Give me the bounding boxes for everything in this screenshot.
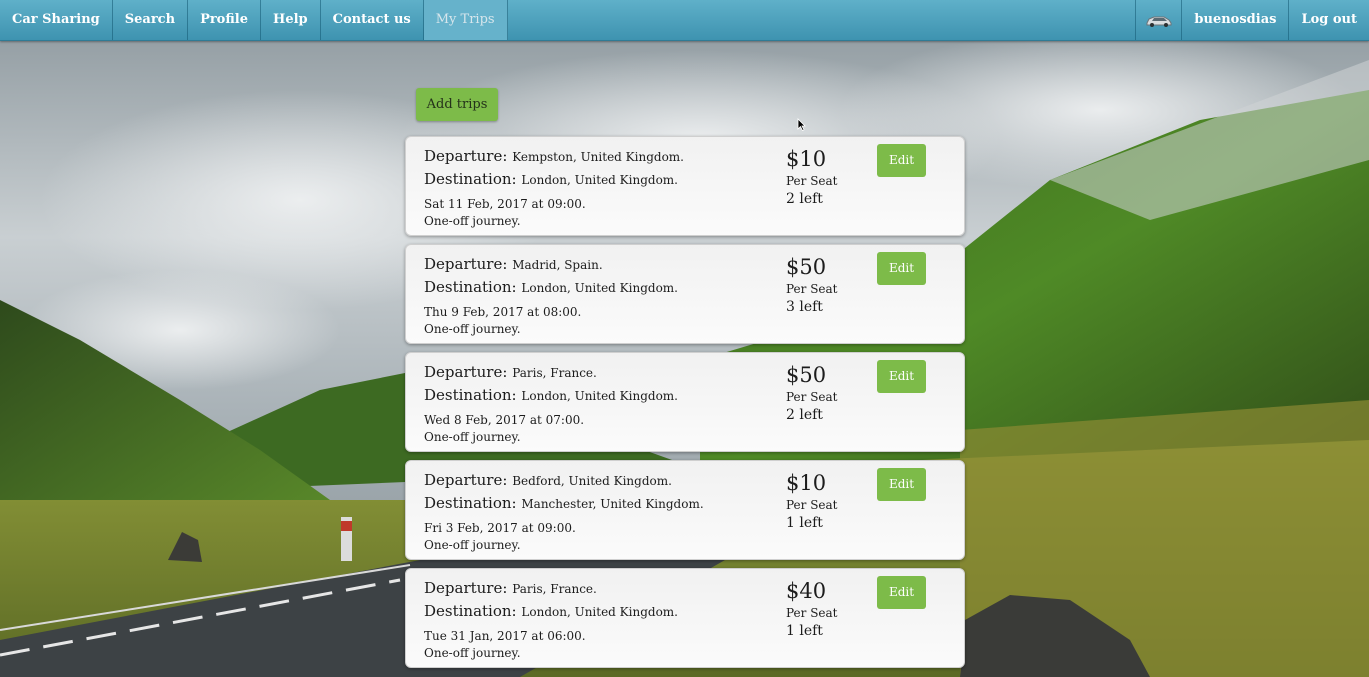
destination-value: London, United Kingdom. — [521, 173, 678, 187]
car-avatar[interactable] — [1135, 0, 1181, 40]
nav-item-profile[interactable]: Profile — [188, 0, 262, 40]
nav-item-my-trips[interactable]: My Trips — [423, 0, 508, 40]
nav-item-search[interactable]: Search — [113, 0, 189, 40]
seats-left: 2 left — [786, 191, 823, 207]
per-seat-label: Per Seat — [786, 174, 838, 188]
trip-card: Departure: Bedford, United Kingdom. Dest… — [405, 460, 965, 560]
nav-item-contact-us[interactable]: Contact us — [321, 0, 424, 40]
seats-left: 1 left — [786, 623, 823, 639]
trip-type: One-off journey. — [424, 214, 521, 228]
trip-datetime: Fri 3 Feb, 2017 at 09:00. — [424, 521, 576, 535]
trip-datetime: Wed 8 Feb, 2017 at 07:00. — [424, 413, 585, 427]
destination-value: Manchester, United Kingdom. — [521, 497, 704, 511]
departure-row: Departure: Bedford, United Kingdom. — [424, 469, 704, 492]
departure-value: Paris, France. — [512, 582, 597, 596]
top-navbar: Car Sharing Search Profile Help Contact … — [0, 0, 1369, 41]
destination-row: Destination: Manchester, United Kingdom. — [424, 492, 704, 515]
per-seat-label: Per Seat — [786, 498, 838, 512]
destination-label: Destination: — [424, 278, 517, 296]
departure-label: Departure: — [424, 255, 508, 273]
departure-row: Departure: Madrid, Spain. — [424, 253, 678, 276]
seats-left: 3 left — [786, 299, 823, 315]
nav-item-help[interactable]: Help — [261, 0, 321, 40]
departure-value: Bedford, United Kingdom. — [512, 474, 672, 488]
departure-value: Madrid, Spain. — [512, 258, 603, 272]
departure-value: Paris, France. — [512, 366, 597, 380]
trip-type: One-off journey. — [424, 430, 521, 444]
trip-card: Departure: Kempston, United Kingdom. Des… — [405, 136, 965, 236]
trip-datetime: Sat 11 Feb, 2017 at 09:00. — [424, 197, 586, 211]
nav-username[interactable]: buenosdias — [1181, 0, 1288, 40]
departure-row: Departure: Paris, France. — [424, 577, 678, 600]
mouse-cursor-icon — [797, 118, 806, 131]
departure-label: Departure: — [424, 471, 508, 489]
destination-label: Destination: — [424, 170, 517, 188]
destination-label: Destination: — [424, 386, 517, 404]
destination-row: Destination: London, United Kingdom. — [424, 384, 678, 407]
nav-brand-car-sharing[interactable]: Car Sharing — [0, 0, 113, 40]
departure-row: Departure: Kempston, United Kingdom. — [424, 145, 684, 168]
destination-row: Destination: London, United Kingdom. — [424, 600, 678, 623]
destination-row: Destination: London, United Kingdom. — [424, 276, 678, 299]
destination-value: London, United Kingdom. — [521, 389, 678, 403]
edit-trip-button[interactable]: Edit — [877, 144, 926, 177]
trip-price: $50 — [786, 255, 827, 279]
trips-list: Departure: Kempston, United Kingdom. Des… — [405, 136, 965, 676]
trip-type: One-off journey. — [424, 646, 521, 660]
trip-price: $50 — [786, 363, 827, 387]
logout-button[interactable]: Log out — [1288, 0, 1369, 40]
destination-value: London, United Kingdom. — [521, 281, 678, 295]
destination-row: Destination: London, United Kingdom. — [424, 168, 684, 191]
per-seat-label: Per Seat — [786, 606, 838, 620]
per-seat-label: Per Seat — [786, 282, 838, 296]
departure-label: Departure: — [424, 579, 508, 597]
trip-datetime: Thu 9 Feb, 2017 at 08:00. — [424, 305, 582, 319]
trip-price: $40 — [786, 579, 827, 603]
trip-type: One-off journey. — [424, 538, 521, 552]
trip-price: $10 — [786, 147, 827, 171]
departure-value: Kempston, United Kingdom. — [512, 150, 684, 164]
car-icon — [1146, 16, 1172, 27]
edit-trip-button[interactable]: Edit — [877, 468, 926, 501]
nav-right-group: buenosdias Log out — [1135, 0, 1369, 40]
nav-left-group: Car Sharing Search Profile Help Contact … — [0, 0, 508, 40]
trip-datetime: Tue 31 Jan, 2017 at 06:00. — [424, 629, 586, 643]
destination-label: Destination: — [424, 494, 517, 512]
trip-type: One-off journey. — [424, 322, 521, 336]
departure-label: Departure: — [424, 147, 508, 165]
trip-card: Departure: Paris, France. Destination: L… — [405, 568, 965, 668]
seats-left: 1 left — [786, 515, 823, 531]
edit-trip-button[interactable]: Edit — [877, 576, 926, 609]
trip-card: Departure: Madrid, Spain. Destination: L… — [405, 244, 965, 344]
departure-label: Departure: — [424, 363, 508, 381]
edit-trip-button[interactable]: Edit — [877, 252, 926, 285]
destination-label: Destination: — [424, 602, 517, 620]
trip-price: $10 — [786, 471, 827, 495]
edit-trip-button[interactable]: Edit — [877, 360, 926, 393]
add-trips-button[interactable]: Add trips — [416, 88, 498, 121]
per-seat-label: Per Seat — [786, 390, 838, 404]
seats-left: 2 left — [786, 407, 823, 423]
departure-row: Departure: Paris, France. — [424, 361, 678, 384]
destination-value: London, United Kingdom. — [521, 605, 678, 619]
trip-card: Departure: Paris, France. Destination: L… — [405, 352, 965, 452]
